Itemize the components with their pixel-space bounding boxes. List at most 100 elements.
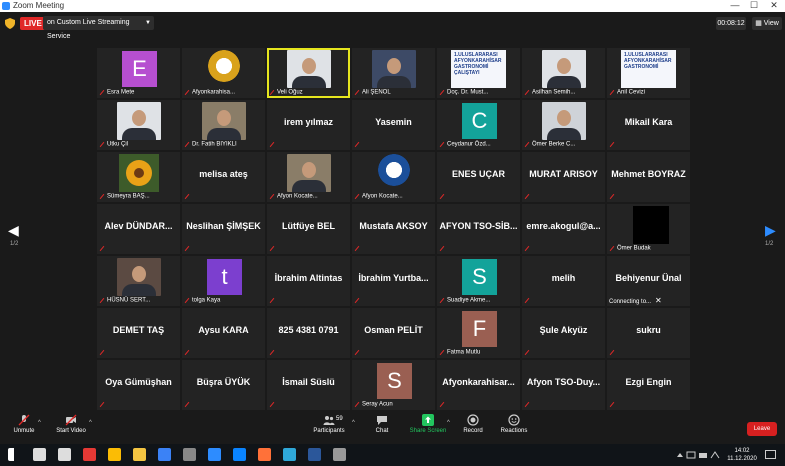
- start-video-button[interactable]: Start Video: [52, 414, 90, 434]
- task-view-icon[interactable]: [58, 448, 71, 461]
- participant-tile[interactable]: C Ceydanur Özd...: [437, 100, 520, 150]
- participant-tile[interactable]: 825 4381 0791: [267, 308, 350, 358]
- edge-icon[interactable]: [233, 448, 246, 461]
- edge-new-icon[interactable]: [283, 448, 296, 461]
- system-tray-icons[interactable]: [675, 450, 723, 460]
- avatar-letter: F: [462, 311, 497, 347]
- participant-tile[interactable]: İbrahim Yurtba...: [352, 256, 435, 306]
- camera-icon[interactable]: [183, 448, 196, 461]
- participant-tile[interactable]: Afyon Kocate...: [352, 152, 435, 202]
- firefox-icon[interactable]: [258, 448, 271, 461]
- share-options-caret-icon[interactable]: ^: [447, 420, 450, 426]
- participant-tile[interactable]: Utku Çil: [97, 100, 180, 150]
- participant-tile[interactable]: Alev DÜNDAR...: [97, 204, 180, 254]
- record-button[interactable]: Record: [460, 414, 486, 434]
- document-icon[interactable]: [333, 448, 346, 461]
- store-icon[interactable]: [158, 448, 171, 461]
- participant-tile[interactable]: Aysu KARA: [182, 308, 265, 358]
- participant-name-label: Fatma Mutlu: [447, 349, 481, 356]
- windows-logo-icon[interactable]: [8, 448, 21, 461]
- close-icon[interactable]: ✕: [655, 296, 662, 305]
- maximize-button[interactable]: ☐: [745, 0, 763, 11]
- audio-options-caret-icon[interactable]: ^: [38, 420, 41, 426]
- yandex-icon[interactable]: [83, 448, 96, 461]
- shield-icon[interactable]: [5, 18, 15, 29]
- participant-tile[interactable]: Asilhan Semih...: [522, 48, 605, 98]
- participant-tile[interactable]: MURAT ARISOY: [522, 152, 605, 202]
- participant-tile[interactable]: Büşra ÜYÜK: [182, 360, 265, 410]
- participant-tile[interactable]: melih: [522, 256, 605, 306]
- minimize-button[interactable]: —: [726, 0, 744, 10]
- video-options-caret-icon[interactable]: ^: [89, 420, 92, 426]
- chat-button[interactable]: Chat: [370, 414, 394, 434]
- participant-tile[interactable]: İbrahim Altintas: [267, 256, 350, 306]
- live-streaming-dropdown[interactable]: on Custom Live Streaming Service ▼: [43, 16, 154, 40]
- participant-tile[interactable]: İsmail Süslü: [267, 360, 350, 410]
- participant-tile[interactable]: Neslihan ŞİMŞEK: [182, 204, 265, 254]
- participant-label: Asilhan Semih...: [524, 88, 603, 97]
- participant-tile[interactable]: Ömer Budak: [607, 204, 690, 254]
- participant-tile[interactable]: S Seray Acun: [352, 360, 435, 410]
- participant-tile[interactable]: E Esra Mete: [97, 48, 180, 98]
- participant-tile[interactable]: HÜSNÜ SERT...: [97, 256, 180, 306]
- share-screen-button[interactable]: Share Screen: [408, 414, 448, 434]
- previous-page-arrow-icon[interactable]: ◀: [8, 222, 19, 239]
- reactions-button[interactable]: Reactions: [498, 414, 530, 434]
- zoom-icon[interactable]: [208, 448, 221, 461]
- participant-tile[interactable]: ENES UÇAR: [437, 152, 520, 202]
- participant-tile[interactable]: Lütfüye BEL: [267, 204, 350, 254]
- search-icon[interactable]: [33, 448, 46, 461]
- participant-tile[interactable]: Mustafa AKSOY: [352, 204, 435, 254]
- participant-tile[interactable]: Afyonkarahisa...: [182, 48, 265, 98]
- participant-tile[interactable]: Afyonkarahisar...: [437, 360, 520, 410]
- participant-name-label: Veli Oğuz: [277, 89, 303, 96]
- next-page-arrow-icon[interactable]: ▶: [765, 222, 776, 239]
- participant-tile[interactable]: Osman PELİT: [352, 308, 435, 358]
- muted-mic-icon: [439, 192, 445, 200]
- participant-tile[interactable]: Behiyenur Ünal Connecting to... ✕: [607, 256, 690, 306]
- participant-tile[interactable]: melisa ateş: [182, 152, 265, 202]
- participant-tile[interactable]: Dr. Fatih BIYIKLI: [182, 100, 265, 150]
- muted-mic-icon: [439, 244, 445, 252]
- participant-tile[interactable]: Sümeyra BAŞ...: [97, 152, 180, 202]
- file-explorer-icon[interactable]: [133, 448, 146, 461]
- word-icon[interactable]: [308, 448, 321, 461]
- unmute-button[interactable]: Unmute: [8, 414, 40, 434]
- participant-tile[interactable]: Şule Akyüz: [522, 308, 605, 358]
- leave-button[interactable]: Leave: [747, 422, 777, 436]
- participant-tile[interactable]: S Suadiye Akme...: [437, 256, 520, 306]
- person-face: [387, 58, 401, 74]
- view-button[interactable]: ▦ View: [752, 17, 782, 30]
- participant-tile[interactable]: Ezgi Engin: [607, 360, 690, 410]
- participant-name-label: HÜSNÜ SERT...: [107, 297, 151, 304]
- participant-tile[interactable]: Afyon Kocate...: [267, 152, 350, 202]
- participant-tile[interactable]: Veli Oğuz: [267, 48, 350, 98]
- participant-tile[interactable]: sukru: [607, 308, 690, 358]
- participant-name-label: Doç. Dr. Must...: [447, 89, 489, 96]
- participant-tile[interactable]: F Fatma Mutlu: [437, 308, 520, 358]
- participant-video: [287, 154, 331, 192]
- participant-tile[interactable]: 1.ULUSLARARASI AFYONKARAHİSAR GASTRONOMİ…: [437, 48, 520, 98]
- participant-tile[interactable]: emre.akogul@a...: [522, 204, 605, 254]
- participant-tile[interactable]: AFYON TSO-SİB...: [437, 204, 520, 254]
- close-window-button[interactable]: ✕: [765, 0, 783, 11]
- notifications-icon[interactable]: [765, 450, 776, 460]
- participant-tile[interactable]: Ömer Berke C...: [522, 100, 605, 150]
- participant-tile[interactable]: Mikail Kara: [607, 100, 690, 150]
- participant-tile[interactable]: Oya Gümüşhan: [97, 360, 180, 410]
- participants-options-caret-icon[interactable]: ^: [352, 420, 355, 426]
- participant-label: [269, 348, 348, 357]
- chrome-icon[interactable]: [108, 448, 121, 461]
- taskbar-clock[interactable]: 14:02 11.12.2020: [724, 447, 760, 463]
- participant-tile[interactable]: t tolga Kaya: [182, 256, 265, 306]
- participant-tile[interactable]: Ali ŞENOL: [352, 48, 435, 98]
- participant-label: [524, 244, 603, 253]
- participant-tile[interactable]: 1.ULUSLARARASI AFYONKARAHİSAR GASTRONOMİ…: [607, 48, 690, 98]
- participant-tile[interactable]: irem yılmaz: [267, 100, 350, 150]
- participants-button[interactable]: Participants: [308, 414, 350, 434]
- muted-mic-icon: [524, 192, 530, 200]
- participant-tile[interactable]: Mehmet BOYRAZ: [607, 152, 690, 202]
- participant-tile[interactable]: DEMET TAŞ: [97, 308, 180, 358]
- participant-tile[interactable]: Afyon TSO-Duy...: [522, 360, 605, 410]
- participant-tile[interactable]: Yasemin: [352, 100, 435, 150]
